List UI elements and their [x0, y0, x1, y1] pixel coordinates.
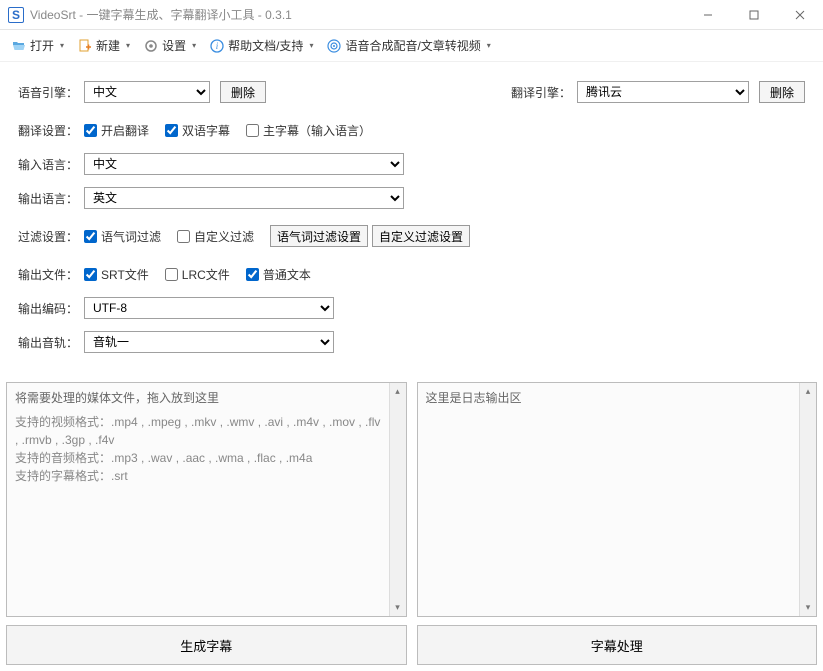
settings-button[interactable]: 设置 ▾ [138, 33, 202, 58]
translate-settings-label: 翻译设置： [18, 122, 84, 139]
open-button[interactable]: 打开 ▾ [6, 33, 70, 58]
scroll-down-icon[interactable]: ▾ [800, 599, 816, 616]
minimize-button[interactable] [685, 0, 731, 30]
translate-engine-delete-button[interactable]: 删除 [759, 81, 805, 103]
generate-subtitle-button[interactable]: 生成字幕 [6, 625, 407, 665]
scroll-down-icon[interactable]: ▾ [390, 599, 406, 616]
drop-panel-text: 将需要处理的媒体文件，拖入放到这里 支持的视频格式：.mp4 , .mpeg ,… [7, 383, 389, 616]
panel-row: 将需要处理的媒体文件，拖入放到这里 支持的视频格式：.mp4 , .mpeg ,… [0, 382, 823, 617]
modal-filter-settings-button[interactable]: 语气词过滤设置 [270, 225, 368, 247]
svg-text:i: i [216, 41, 219, 51]
modal-filter-check[interactable]: 语气词过滤 [84, 228, 161, 245]
output-lang-label: 输出语言： [18, 190, 84, 207]
window-controls [685, 0, 823, 30]
enable-translate-check[interactable]: 开启翻译 [84, 122, 149, 139]
input-lang-label: 输入语言： [18, 156, 84, 173]
lrc-file-check[interactable]: LRC文件 [165, 266, 230, 283]
filter-settings-label: 过滤设置： [18, 228, 84, 245]
bilingual-check[interactable]: 双语字幕 [165, 122, 230, 139]
help-label: 帮助文档/支持 [228, 37, 303, 54]
info-icon: i [210, 39, 224, 53]
log-panel: 这里是日志输出区 ▴ ▾ [417, 382, 818, 617]
custom-filter-settings-button[interactable]: 自定义过滤设置 [372, 225, 470, 247]
new-file-icon [78, 39, 92, 53]
help-button[interactable]: i 帮助文档/支持 ▾ [204, 33, 319, 58]
srt-file-check[interactable]: SRT文件 [84, 266, 149, 283]
close-button[interactable] [777, 0, 823, 30]
speech-engine-label: 语音引擎： [18, 84, 84, 101]
audio-icon [327, 39, 341, 53]
titlebar: S VideoSrt - 一键字幕生成、字幕翻译小工具 - 0.3.1 [0, 0, 823, 30]
toolbar: 打开 ▾ 新建 ▾ 设置 ▾ i 帮助文档/支持 ▾ 语音合成配音/文章转视频 … [0, 30, 823, 62]
output-file-label: 输出文件： [18, 266, 84, 283]
output-track-label: 输出音轨： [18, 334, 84, 351]
scroll-up-icon[interactable]: ▴ [800, 383, 816, 400]
new-label: 新建 [96, 37, 120, 54]
chevron-down-icon: ▾ [60, 41, 64, 50]
bottom-buttons: 生成字幕 字幕处理 [0, 625, 823, 665]
plain-text-check[interactable]: 普通文本 [246, 266, 311, 283]
output-lang-select[interactable]: 英文 [84, 187, 404, 209]
translate-engine-select[interactable]: 腾讯云 [577, 81, 749, 103]
gear-icon [144, 39, 158, 53]
translate-engine-label: 翻译引擎： [511, 84, 577, 101]
output-encoding-select[interactable]: UTF-8 [84, 297, 334, 319]
close-icon [795, 10, 805, 20]
maximize-button[interactable] [731, 0, 777, 30]
speech-engine-select[interactable]: 中文 [84, 81, 210, 103]
window-title: VideoSrt - 一键字幕生成、字幕翻译小工具 - 0.3.1 [30, 6, 685, 23]
chevron-down-icon: ▾ [126, 41, 130, 50]
new-button[interactable]: 新建 ▾ [72, 33, 136, 58]
maximize-icon [749, 10, 759, 20]
open-label: 打开 [30, 37, 54, 54]
subtitle-process-button[interactable]: 字幕处理 [417, 625, 818, 665]
chevron-down-icon: ▾ [192, 41, 196, 50]
log-panel-text: 这里是日志输出区 [418, 383, 800, 616]
settings-label: 设置 [162, 37, 186, 54]
tts-button[interactable]: 语音合成配音/文章转视频 ▾ [321, 33, 496, 58]
custom-filter-check[interactable]: 自定义过滤 [177, 228, 254, 245]
main-content: 语音引擎： 中文 删除 翻译引擎： 腾讯云 删除 翻译设置： 开启翻译 双语字幕 [0, 62, 823, 372]
scroll-up-icon[interactable]: ▴ [390, 383, 406, 400]
drop-panel-scrollbar[interactable]: ▴ ▾ [389, 383, 406, 616]
output-track-select[interactable]: 音轨一 [84, 331, 334, 353]
log-panel-scrollbar[interactable]: ▴ ▾ [799, 383, 816, 616]
minimize-icon [703, 10, 713, 20]
main-sub-input-check[interactable]: 主字幕（输入语言） [246, 122, 371, 139]
chevron-down-icon: ▾ [309, 41, 313, 50]
speech-engine-delete-button[interactable]: 删除 [220, 81, 266, 103]
chevron-down-icon: ▾ [487, 41, 491, 50]
app-icon: S [8, 7, 24, 23]
output-encoding-label: 输出编码： [18, 300, 84, 317]
folder-open-icon [12, 39, 26, 53]
tts-label: 语音合成配音/文章转视频 [345, 37, 480, 54]
drop-panel[interactable]: 将需要处理的媒体文件，拖入放到这里 支持的视频格式：.mp4 , .mpeg ,… [6, 382, 407, 617]
input-lang-select[interactable]: 中文 [84, 153, 404, 175]
